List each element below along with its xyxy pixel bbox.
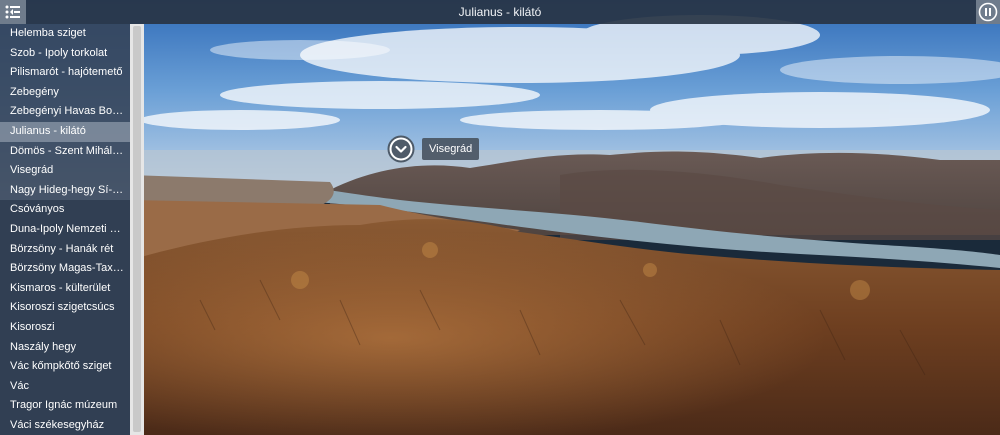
sidebar-item[interactable]: Naszály hegy <box>0 338 130 358</box>
sidebar-item[interactable]: Börzsöny Magas-Taxi út <box>0 259 130 279</box>
sidebar-item[interactable]: Duna-Ipoly Nemzeti Park <box>0 220 130 240</box>
sidebar-item[interactable]: Pilismarót - hajótemető <box>0 63 130 83</box>
sidebar-item[interactable]: Kismaros - külterület <box>0 279 130 299</box>
sidebar-item[interactable]: Zebegény <box>0 83 130 103</box>
hotspot-label[interactable]: Visegrád <box>422 138 480 160</box>
scrollbar-thumb[interactable] <box>133 26 141 432</box>
hotspot-marker[interactable] <box>387 135 415 163</box>
sidebar-item[interactable]: Julianus - kilátó <box>0 121 130 142</box>
sidebar-item[interactable]: Helemba sziget <box>0 24 130 44</box>
pause-icon <box>978 2 998 22</box>
sidebar-item[interactable]: Vác <box>0 377 130 397</box>
sidebar-item[interactable]: Vác kőmpkőtő sziget <box>0 357 130 377</box>
page-title: Julianus - kilátó <box>458 5 542 19</box>
sidebar-scrollbar[interactable] <box>130 24 144 435</box>
sidebar-item[interactable]: Szob - Ipoly torkolat <box>0 44 130 64</box>
title-bar: Julianus - kilátó <box>0 0 1000 24</box>
panorama-view[interactable] <box>0 0 1000 435</box>
sidebar-item[interactable]: Kisoroszi szigetcsúcs <box>0 298 130 318</box>
sidebar-item[interactable]: Börzsöny - Hanák rét <box>0 240 130 260</box>
chevron-down-icon <box>387 135 415 163</box>
sidebar-item[interactable]: Zebegényi Havas Boldogasszony <box>0 102 130 122</box>
sidebar-item[interactable]: Tragor Ignác múzeum <box>0 396 130 416</box>
sidebar-item[interactable]: Kisoroszi <box>0 318 130 338</box>
sidebar-item[interactable]: Váci székesegyház <box>0 416 130 435</box>
sidebar-item[interactable]: Dömös - Szent Mihály-hegy <box>0 142 130 162</box>
location-list: Helemba sziget Szob - Ipoly torkolat Pilis… <box>0 24 130 435</box>
sidebar-item[interactable]: Visegrád <box>0 161 130 181</box>
pause-button[interactable] <box>976 0 1000 24</box>
sidebar-item[interactable]: Nagy Hideg-hegy Sí- és Turistaház <box>0 181 130 201</box>
sidebar-item[interactable]: Csóványos <box>0 200 130 220</box>
